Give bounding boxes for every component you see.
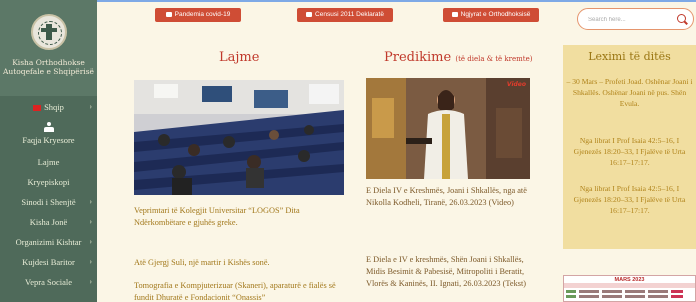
church-name: Kisha Orthodhokse Autoqefale e Shqipëris… (3, 58, 94, 76)
video-badge: Video (506, 81, 526, 88)
medical-icon (165, 11, 172, 17)
language-selector[interactable]: Shqip › (0, 96, 97, 118)
chevron-right-icon: › (89, 102, 92, 111)
church-logo[interactable]: Kisha Orthodhokse Autoqefale e Shqipëris… (0, 0, 97, 96)
search-box[interactable] (577, 8, 694, 30)
sidebar-item-vepra[interactable]: Vepra Sociale › (0, 272, 97, 292)
lajme-title: Lajme (219, 50, 260, 65)
seal-icon (31, 14, 67, 50)
daily-reading-title: Leximi të ditës (588, 50, 671, 63)
lajme-article-2[interactable]: Atë Gjergj Suli, një martir i Kishës son… (134, 257, 349, 269)
conference-photo[interactable] (134, 80, 344, 195)
calendar-weekdays-bar (564, 283, 695, 288)
chevron-right-icon: › (89, 277, 92, 286)
people-icon (43, 122, 55, 132)
lajme-article-1[interactable]: Veprimtari të Kolegjit Universitar “LOGO… (134, 205, 349, 229)
top-bar: Pandemia covid-19 Censusi 2011 Deklaratë… (97, 2, 696, 30)
liturgical-calendar[interactable]: MARS 2023 (563, 275, 696, 302)
chevron-right-icon: › (89, 257, 92, 266)
calendar-week-row (566, 295, 693, 299)
sidebar-nav: Shqip › Faqja Kryesore Lajme Kryepiskopi… (0, 96, 97, 292)
sidebar-item-kryepiskopi[interactable]: Kryepiskopi (0, 172, 97, 192)
chevron-right-icon: › (89, 197, 92, 206)
sidebar-item-organizimi[interactable]: Organizimi Kishtar › (0, 232, 97, 252)
search-icon[interactable] (677, 14, 686, 23)
sidebar-item-kujdesi[interactable]: Kujdesi Baritor › (0, 252, 97, 272)
pencil-icon (306, 11, 313, 17)
predikime-title: Predikime (të diela & të kremte) (384, 50, 533, 65)
predikime-article-1[interactable]: E Diela IV e Kreshmës, Joani i Shkallës,… (366, 185, 536, 209)
priest-video-thumbnail[interactable]: Video (366, 78, 530, 179)
sidebar-item-lajme[interactable]: Lajme (0, 152, 97, 172)
daily-reading-saints: – 30 Mars – Profeti Joad. Oshënar Joani … (566, 77, 693, 108)
pandemia-button[interactable]: Pandemia covid-19 (155, 8, 241, 22)
calendar-week-row (566, 290, 693, 294)
sidebar-item-kisha-jone[interactable]: Kisha Jonë › (0, 212, 97, 232)
daily-reading-verses-1: Nga librat I Prof Isaia 42:5–16, I Gjene… (573, 136, 686, 167)
chevron-right-icon: › (89, 217, 92, 226)
census-button[interactable]: Censusi 2011 Deklaratë (297, 8, 393, 22)
palette-icon (451, 11, 458, 17)
sidebar-item-home[interactable]: Faqja Kryesore (0, 118, 97, 152)
ngjyrat-button[interactable]: Ngjyrat e Orthodhoksisë (443, 8, 539, 22)
chevron-right-icon: › (89, 237, 92, 246)
predikime-article-2[interactable]: E Diela e IV e kreshmës, Shën Joani i Sh… (366, 254, 536, 290)
search-input[interactable] (588, 14, 673, 25)
albanian-flag-icon (33, 105, 42, 112)
daily-reading-verses-2: Nga librat I Prof Isaia 42:5–16, I Gjene… (573, 184, 686, 215)
sidebar-item-sinodi[interactable]: Sinodi i Shenjtë › (0, 192, 97, 212)
sidebar: Kisha Orthodhokse Autoqefale e Shqipëris… (0, 0, 97, 302)
lajme-article-3[interactable]: Tomografia e Kompjuterizuar (Skaneri), a… (134, 280, 349, 302)
